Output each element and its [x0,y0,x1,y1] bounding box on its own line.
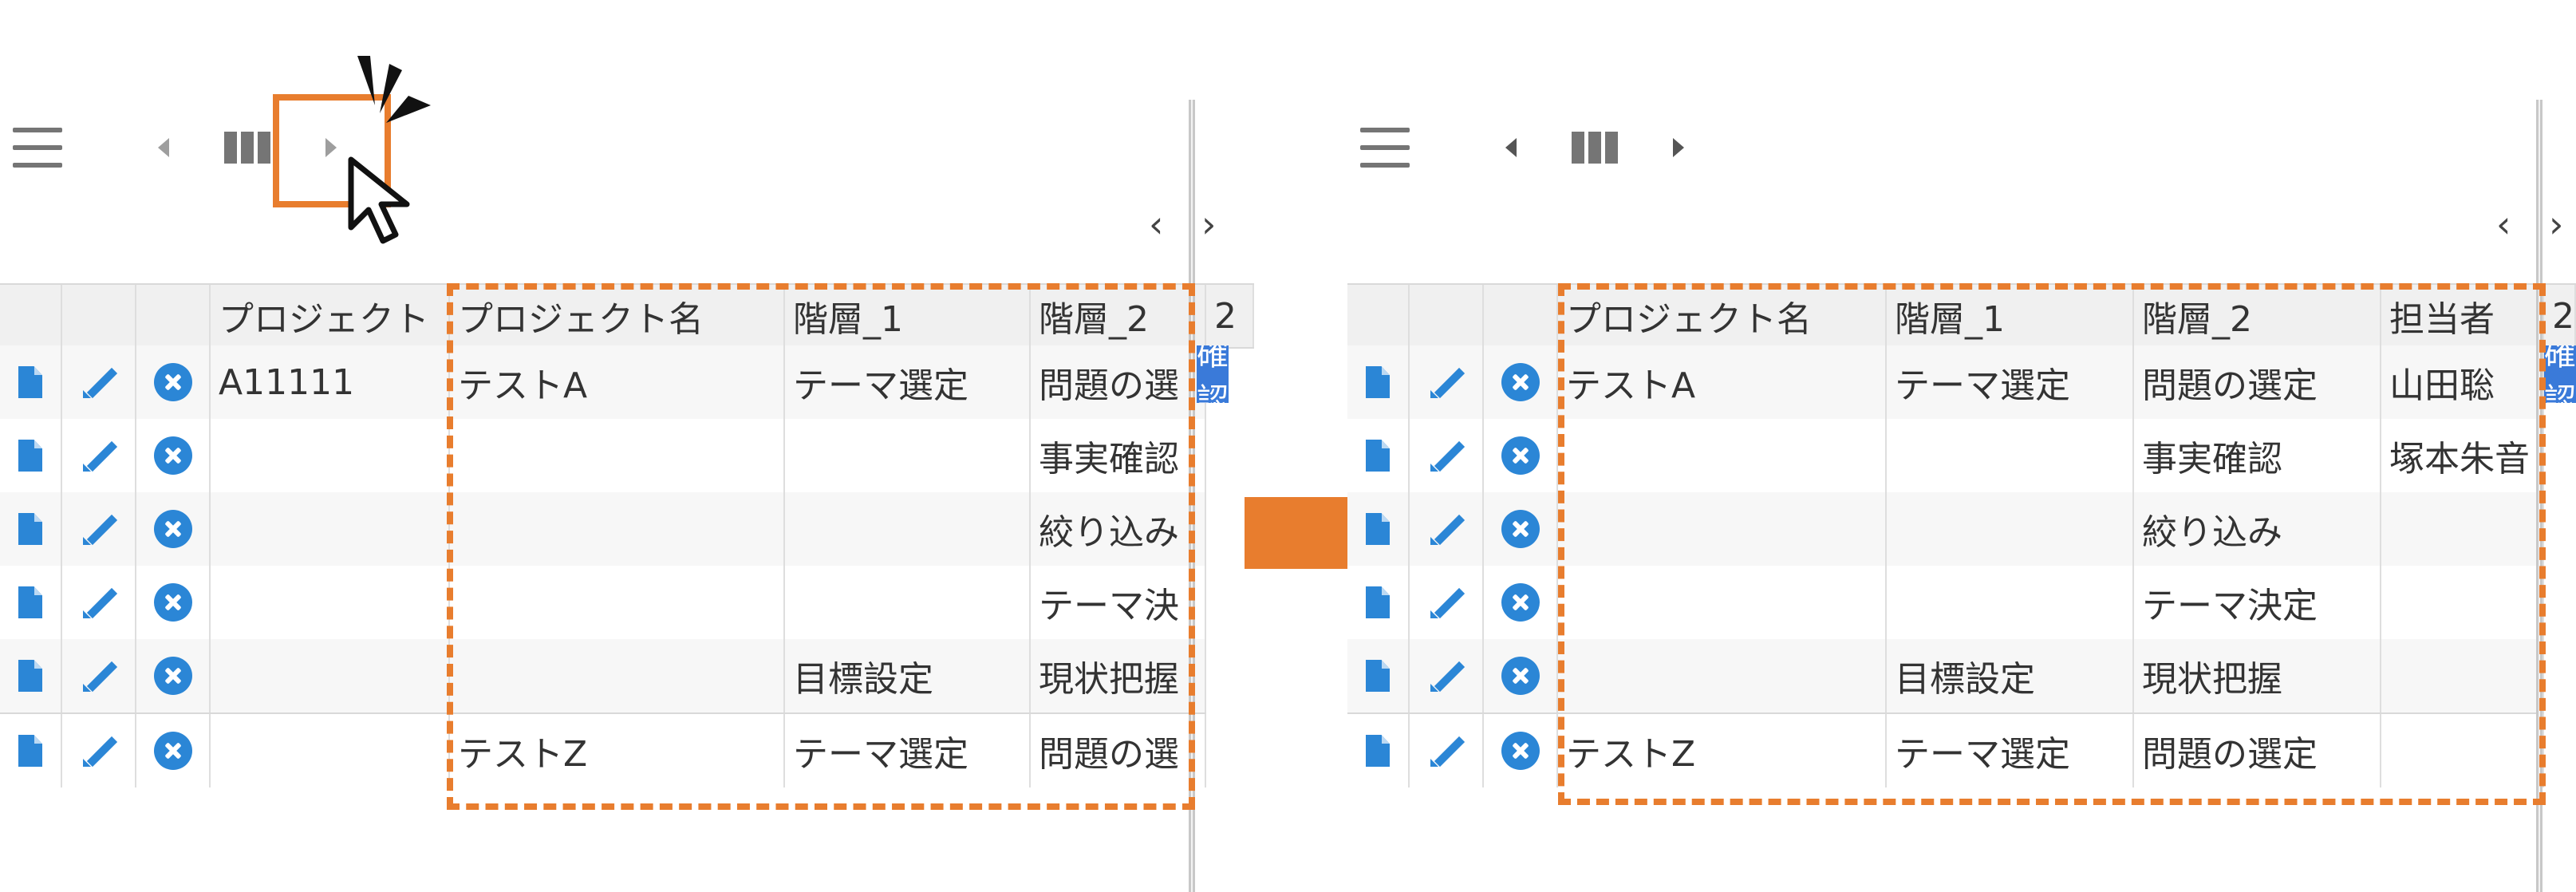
edit-pencil-icon[interactable] [1429,511,1464,547]
cancel-circle-icon[interactable] [1501,732,1540,770]
header-cell [1410,285,1484,347]
document-icon[interactable] [1366,660,1390,692]
click-burst-icon [357,56,431,123]
edit-pencil-icon[interactable] [1429,658,1464,693]
document-icon[interactable] [1366,366,1390,398]
edit-pencil-icon[interactable] [1429,438,1464,473]
edit-pencil-icon[interactable] [1429,365,1464,400]
edit-pencil-icon[interactable] [1429,733,1464,768]
edit-pencil-icon[interactable] [81,365,116,400]
status-tag: 確認 [1197,345,1229,403]
header-cell-next[interactable]: 2 [2544,285,2576,347]
document-icon[interactable] [18,366,42,398]
mouse-cursor-icon [348,156,410,244]
hamburger-menu-icon[interactable] [1359,128,1411,168]
hamburger-menu-icon[interactable] [11,128,64,168]
columns-icon[interactable] [222,128,273,168]
cancel-circle-icon[interactable] [1501,657,1540,695]
scroll-prev-icon[interactable]: ‹ [2496,206,2511,243]
cancel-circle-icon[interactable] [1501,510,1540,548]
document-icon[interactable] [1366,440,1390,472]
edit-pencil-icon[interactable] [81,511,116,547]
before-panel: ‹ › プロジェクト プロジェクト名 階層_1 階層_2 2 A11111 テス… [0,0,1254,892]
cancel-circle-icon[interactable] [153,510,192,548]
cell-project[interactable]: A11111 [211,345,450,419]
nav-prev-icon[interactable] [1495,132,1527,164]
edit-pencil-icon[interactable] [1429,585,1464,620]
cancel-circle-icon[interactable] [1501,583,1540,622]
header-cell [136,285,211,347]
scroll-prev-icon[interactable]: ‹ [1149,206,1163,243]
columns-icon[interactable] [1569,128,1620,168]
document-icon[interactable] [18,513,42,545]
cell-project[interactable] [211,714,450,787]
cell-project[interactable] [211,566,450,639]
scroll-next-icon[interactable]: › [1201,206,1216,243]
cancel-circle-icon[interactable] [1501,363,1540,401]
header-cell [0,285,62,347]
document-icon[interactable] [18,735,42,767]
nav-prev-icon[interactable] [148,132,179,164]
cancel-circle-icon[interactable] [153,732,192,770]
header-cell [1484,285,1558,347]
cancel-circle-icon[interactable] [1501,436,1540,475]
cell-project[interactable] [211,419,450,492]
highlight-dashed-box [447,283,1195,810]
edit-pencil-icon[interactable] [81,585,116,620]
cancel-circle-icon[interactable] [153,583,192,622]
document-icon[interactable] [1366,735,1390,767]
header-cell-next[interactable]: 2 [1206,285,1254,347]
cancel-circle-icon[interactable] [153,657,192,695]
document-icon[interactable] [18,586,42,618]
cancel-circle-icon[interactable] [153,363,192,401]
edit-pencil-icon[interactable] [81,438,116,473]
cell-project[interactable] [211,492,450,566]
highlight-dashed-box [1558,283,2546,805]
document-icon[interactable] [18,660,42,692]
document-icon[interactable] [1366,513,1390,545]
document-icon[interactable] [1366,586,1390,618]
header-cell-project[interactable]: プロジェクト [211,285,450,347]
header-cell [62,285,136,347]
cell-project[interactable] [211,639,450,712]
edit-pencil-icon[interactable] [81,658,116,693]
header-cell [1347,285,1410,347]
cancel-circle-icon[interactable] [153,436,192,475]
nav-next-icon[interactable] [1663,132,1694,164]
document-icon[interactable] [18,440,42,472]
status-tag: 確認 [2544,345,2576,403]
after-panel: ‹ › プロジェクト名 階層_1 階層_2 担当者 2 テストA テーマ選定 問… [1347,0,2576,892]
scroll-next-icon[interactable]: › [2549,206,2563,243]
edit-pencil-icon[interactable] [81,733,116,768]
